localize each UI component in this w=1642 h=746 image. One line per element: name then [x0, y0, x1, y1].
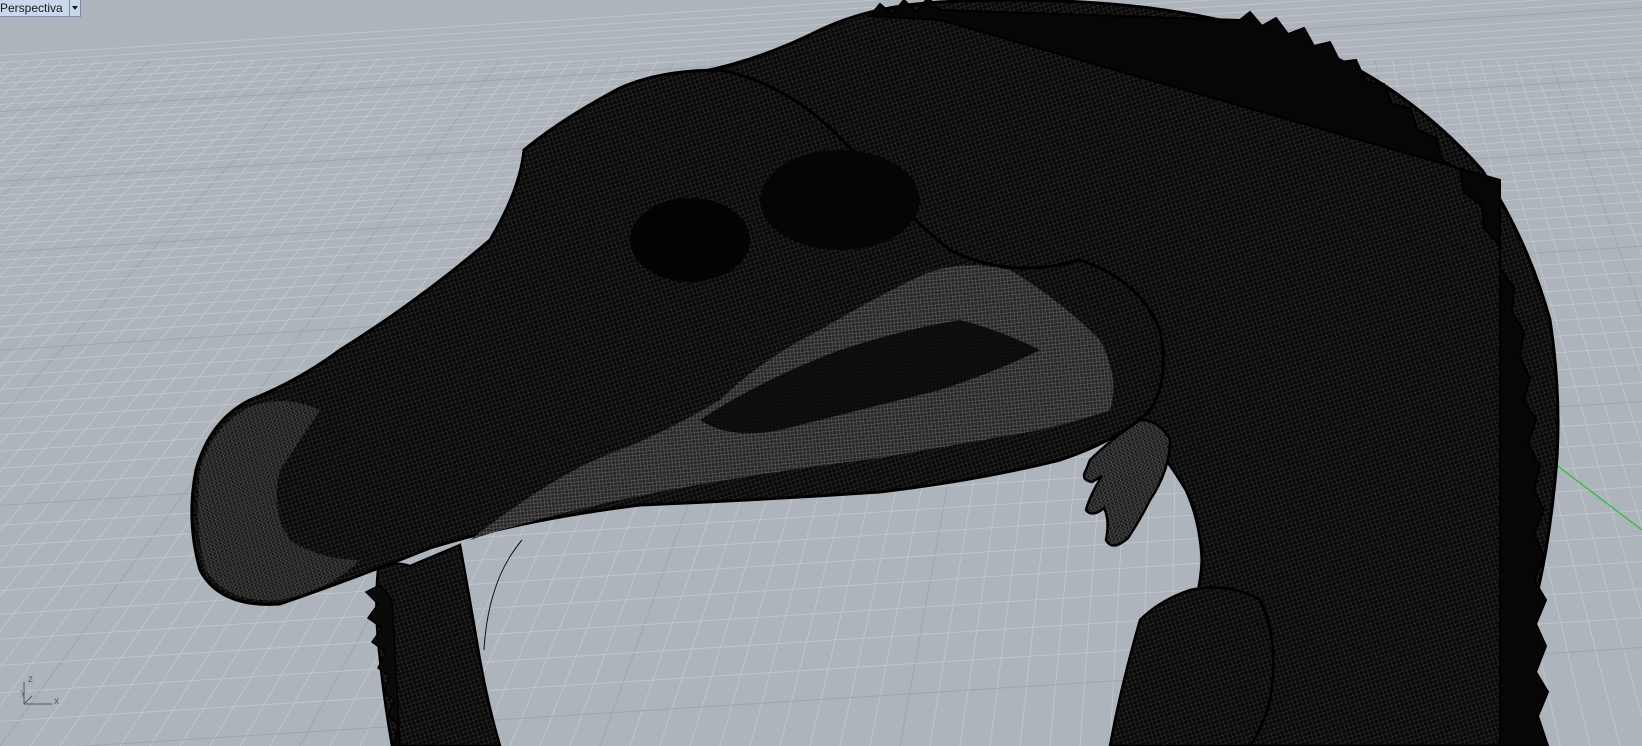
axis-widget-icon	[23, 682, 52, 705]
eye-region-mesh	[630, 198, 750, 282]
tail-mesh[interactable]	[1108, 586, 1275, 746]
world-axis-widget: z x y	[18, 674, 68, 712]
perspective-viewport[interactable]: Perspectiva z x y	[0, 0, 1642, 746]
viewport-name-label[interactable]: Perspectiva	[0, 0, 70, 17]
viewport-tab[interactable]: Perspectiva	[0, 0, 81, 17]
y-axis-line	[1554, 463, 1642, 531]
axis-y-label: y	[21, 688, 25, 697]
axis-x-label: x	[54, 696, 59, 707]
axis-z-label: z	[28, 674, 33, 685]
viewport-scene[interactable]	[0, 0, 1642, 746]
grid-line	[1637, 59, 1642, 72]
cheek-region-mesh	[760, 150, 920, 250]
grid-line	[0, 59, 186, 236]
grid-line	[0, 59, 203, 256]
grid-line	[0, 59, 238, 298]
triangle-down-icon	[71, 6, 78, 10]
grid-line	[1567, 59, 1642, 256]
viewport-menu-dropdown[interactable]	[69, 0, 81, 17]
crocodile-mesh-model[interactable]	[190, 0, 1560, 746]
grid-line	[1549, 59, 1642, 315]
